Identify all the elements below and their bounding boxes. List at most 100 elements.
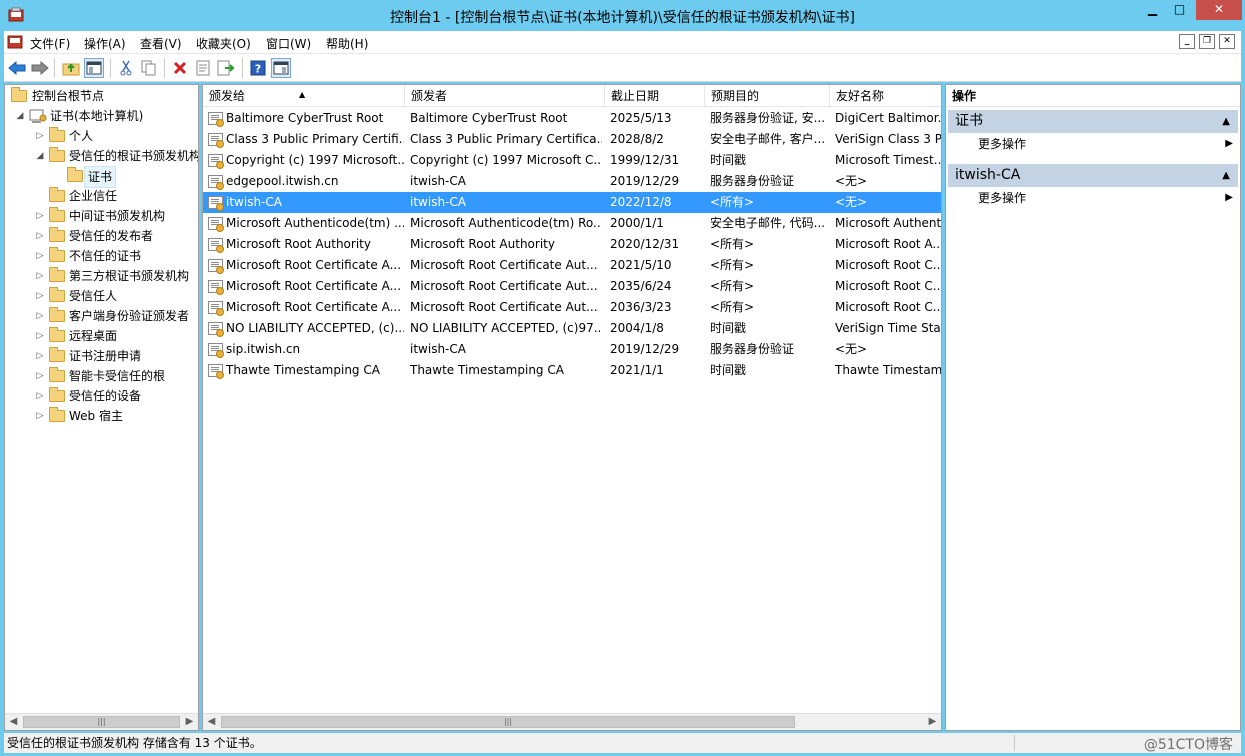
expand-arrow-icon[interactable]: ▷ xyxy=(35,206,45,226)
table-row[interactable]: Class 3 Public Primary Certifi... Class 3… xyxy=(203,129,941,150)
copy-icon[interactable] xyxy=(139,58,159,78)
expand-arrow-icon[interactable]: ▷ xyxy=(35,306,45,326)
folder-icon xyxy=(49,207,65,222)
show-action-pane-icon[interactable] xyxy=(271,58,291,78)
expand-arrow-icon[interactable]: ▷ xyxy=(35,266,45,286)
maximize-button[interactable]: □ xyxy=(1166,0,1193,20)
table-row[interactable]: Microsoft Root Authority Microsoft Root A… xyxy=(203,234,941,255)
collapse-arrow-icon[interactable]: ◢ xyxy=(15,106,25,126)
expand-arrow-icon[interactable]: ▷ xyxy=(35,386,45,406)
collapse-up-icon[interactable]: ▲ xyxy=(1222,164,1230,187)
tree-node[interactable]: ▷ 个人 xyxy=(5,126,198,146)
tree-node[interactable]: ▷ 智能卡受信任的根 xyxy=(5,366,198,386)
cell-issued-to: Microsoft Root Certificate A... xyxy=(226,300,402,314)
mdi-restore-button[interactable]: ❐ xyxy=(1199,34,1215,49)
help-icon[interactable]: ? xyxy=(248,58,268,78)
expand-arrow-icon[interactable]: ▷ xyxy=(35,126,45,146)
properties-icon[interactable] xyxy=(193,58,213,78)
tree-node[interactable]: ▷ 受信任人 xyxy=(5,286,198,306)
window-title: 控制台1 - [控制台根节点\证书(本地计算机)\受信任的根证书颁发机构\证书] xyxy=(390,10,855,26)
column-expiration-date[interactable]: 截止日期 xyxy=(605,85,705,107)
action-section-certificates[interactable]: 证书 ▲ xyxy=(948,110,1238,133)
menu-favorites[interactable]: 收藏夹(O) xyxy=(196,35,251,52)
table-row[interactable]: edgepool.itwish.cn itwish-CA 2019/12/29 服务器… xyxy=(203,171,941,192)
tree-horizontal-scrollbar[interactable]: ◀ ||| ▶ xyxy=(5,713,198,730)
expand-arrow-icon[interactable]: ▷ xyxy=(35,346,45,366)
folder-icon xyxy=(49,247,65,262)
certificate-icon xyxy=(208,322,224,337)
menu-help[interactable]: 帮助(H) xyxy=(326,35,368,52)
cell-issued-to: Copyright (c) 1997 Microsoft... xyxy=(226,153,404,167)
delete-icon[interactable] xyxy=(170,58,190,78)
console-icon[interactable] xyxy=(7,35,23,49)
mdi-close-button[interactable]: ✕ xyxy=(1219,34,1235,49)
action-more-actions[interactable]: 更多操作 ▶ xyxy=(978,134,1236,154)
expand-arrow-icon[interactable]: ▷ xyxy=(35,226,45,246)
cell-issued-to: Microsoft Root Certificate A... xyxy=(226,258,402,272)
tree-node-root[interactable]: 控制台根节点 xyxy=(5,86,198,106)
tree-node[interactable]: ▷ 客户端身份验证颁发者 xyxy=(5,306,198,326)
expand-arrow-icon[interactable]: ▷ xyxy=(35,286,45,306)
tree-node[interactable]: ▷ 证书注册申请 xyxy=(5,346,198,366)
table-row[interactable]: Microsoft Authenticode(tm) ... Microsoft … xyxy=(203,213,941,234)
column-intended-purposes[interactable]: 预期目的 xyxy=(705,85,830,107)
collapse-up-icon[interactable]: ▲ xyxy=(1222,110,1230,133)
table-row[interactable]: Baltimore CyberTrust Root Baltimore Cyber… xyxy=(203,108,941,129)
column-issued-to[interactable]: 颁发给 ▲ xyxy=(203,85,405,107)
table-row[interactable]: itwish-CA itwish-CA 2022/12/8 <所有> <无> xyxy=(203,192,941,213)
tree-node-label: 受信任的发布者 xyxy=(69,229,154,243)
table-row[interactable]: NO LIABILITY ACCEPTED, (c)... NO LIABILIT… xyxy=(203,318,941,339)
mdi-minimize-button[interactable]: _ xyxy=(1179,34,1195,49)
tree-node[interactable]: ◢ 受信任的根证书颁发机构 xyxy=(5,146,198,166)
expand-arrow-icon[interactable]: ▷ xyxy=(35,366,45,386)
scroll-left-arrow[interactable]: ◀ xyxy=(203,714,220,730)
scroll-thumb[interactable]: ||| xyxy=(221,716,795,728)
show-tree-icon[interactable] xyxy=(84,58,104,78)
table-row[interactable]: Microsoft Root Certificate A... Microsoft… xyxy=(203,297,941,318)
list-horizontal-scrollbar[interactable]: ◀ ||| ▶ xyxy=(203,713,941,730)
menu-action[interactable]: 操作(A) xyxy=(84,35,126,52)
folder-icon xyxy=(49,127,65,142)
tree-node-certificates-local-computer[interactable]: ◢ 证书(本地计算机) xyxy=(5,106,198,126)
expand-arrow-icon[interactable]: ▷ xyxy=(35,326,45,346)
forward-icon[interactable] xyxy=(30,58,50,78)
tree-node[interactable]: ▷ 受信任的发布者 xyxy=(5,226,198,246)
table-row[interactable]: sip.itwish.cn itwish-CA 2019/12/29 服务器身份验证 <… xyxy=(203,339,941,360)
action-more-actions-itwish-ca[interactable]: 更多操作 ▶ xyxy=(978,188,1236,208)
tree-node[interactable]: 证书 xyxy=(5,166,198,188)
table-row[interactable]: Thawte Timestamping CA Thawte Timestampin… xyxy=(203,360,941,381)
back-icon[interactable] xyxy=(7,58,27,78)
close-button[interactable]: ✕ xyxy=(1196,0,1242,20)
scroll-thumb[interactable]: ||| xyxy=(23,716,180,728)
menu-window[interactable]: 窗口(W) xyxy=(266,35,311,52)
up-folder-icon[interactable] xyxy=(61,58,81,78)
expand-arrow-icon[interactable]: ▷ xyxy=(35,246,45,266)
collapse-arrow-icon[interactable]: ◢ xyxy=(35,146,45,166)
tree-node[interactable]: ▷ Web 宿主 xyxy=(5,406,198,426)
tree-node[interactable]: ▷ 第三方根证书颁发机构 xyxy=(5,266,198,286)
table-row[interactable]: Microsoft Root Certificate A... Microsoft… xyxy=(203,255,941,276)
tree-node[interactable]: ▷ 不信任的证书 xyxy=(5,246,198,266)
expand-arrow-icon[interactable]: ▷ xyxy=(35,406,45,426)
tree-node-label: 证书注册申请 xyxy=(69,349,142,363)
tree-node[interactable]: 企业信任 xyxy=(5,186,198,206)
menu-view[interactable]: 查看(V) xyxy=(140,35,182,52)
tree-node[interactable]: ▷ 中间证书颁发机构 xyxy=(5,206,198,226)
column-friendly-name[interactable]: 友好名称 xyxy=(830,85,941,107)
action-section-itwish-ca[interactable]: itwish-CA ▲ xyxy=(948,164,1238,187)
minimize-button[interactable]: ▁ xyxy=(1139,0,1166,20)
cut-icon[interactable] xyxy=(116,58,136,78)
menu-file[interactable]: 文件(F) xyxy=(30,35,70,52)
scroll-left-arrow[interactable]: ◀ xyxy=(5,714,22,730)
scroll-right-arrow[interactable]: ▶ xyxy=(924,714,941,730)
export-icon[interactable] xyxy=(216,58,236,78)
scroll-right-arrow[interactable]: ▶ xyxy=(181,714,198,730)
table-row[interactable]: Copyright (c) 1997 Microsoft... Copyright… xyxy=(203,150,941,171)
cell-expires: 2000/1/1 xyxy=(610,216,664,230)
cell-purpose: 服务器身份验证 xyxy=(710,174,795,188)
tree-node-label: 受信任的设备 xyxy=(69,389,142,403)
column-issued-by[interactable]: 颁发者 xyxy=(405,85,605,107)
table-row[interactable]: Microsoft Root Certificate A... Microsoft… xyxy=(203,276,941,297)
tree-node[interactable]: ▷ 远程桌面 xyxy=(5,326,198,346)
tree-node[interactable]: ▷ 受信任的设备 xyxy=(5,386,198,406)
